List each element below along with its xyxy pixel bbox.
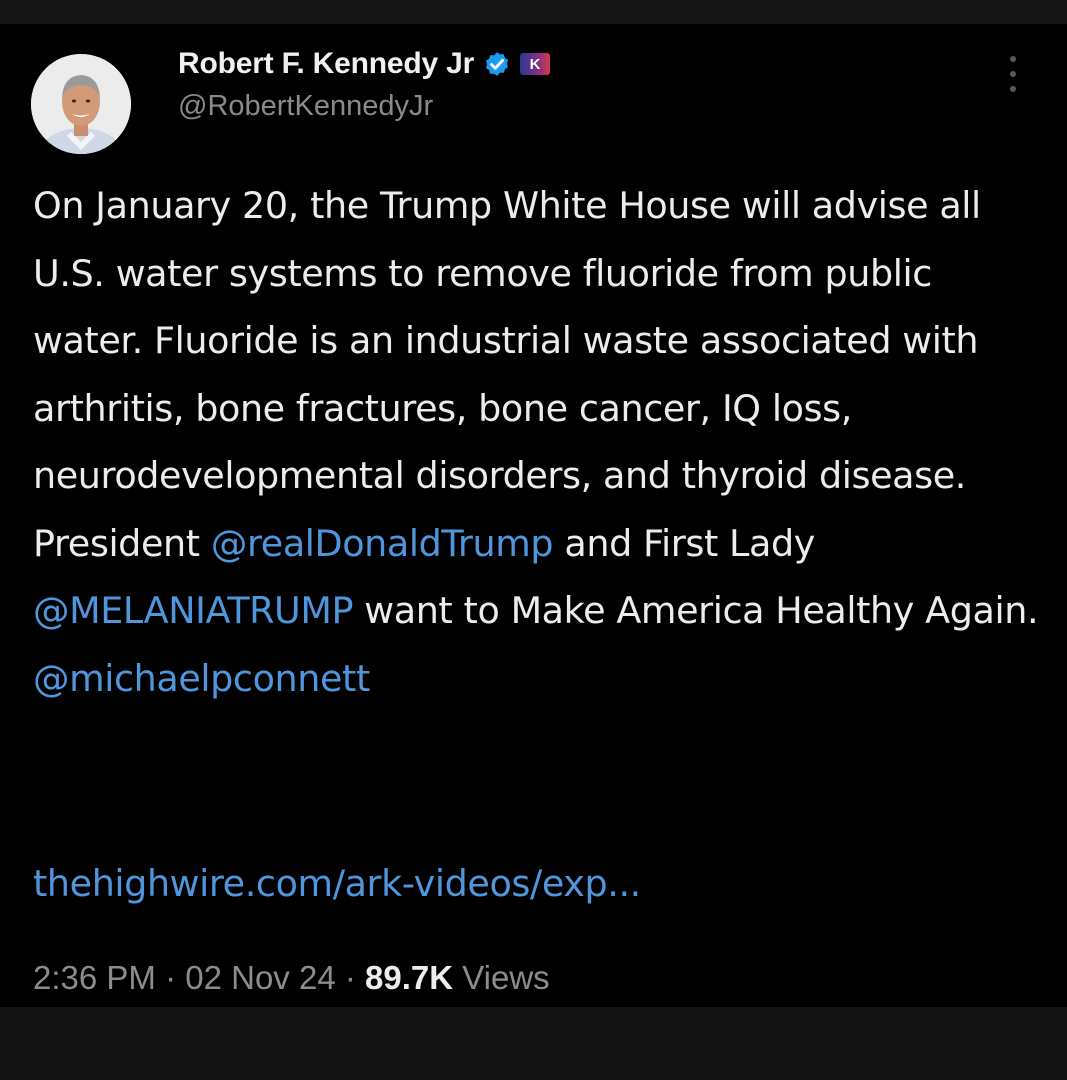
more-vertical-icon[interactable] [1000,54,1026,94]
tweet-metadata: 2:36 PM · 02 Nov 24 · 89.7K Views [33,959,550,997]
mention-link[interactable]: @MELANIATRUMP [33,589,353,632]
more-dot [1010,86,1016,92]
more-dot [1010,56,1016,62]
meta-separator: · [155,959,186,996]
tweet-time[interactable]: 2:36 PM [33,959,156,997]
author-avatar[interactable] [31,54,131,154]
tweet-text-segment: want to Make America Healthy Again. [353,589,1039,632]
more-dot [1010,71,1016,77]
author-handle[interactable]: @RobertKennedyJr [178,90,433,123]
avatar-portrait [31,54,131,154]
meta-separator: · [335,959,365,996]
verified-badge-icon [486,52,509,76]
external-link[interactable]: thehighwire.com/ark-videos/exp... [33,852,641,916]
mention-link[interactable]: @realDonaldTrump [211,522,554,565]
tweet-text-segment: and First Lady [553,521,815,565]
affiliation-badge: K [520,53,551,75]
bottom-border [0,1007,1067,1080]
tweet-card: Robert F. Kennedy Jr K @RobertKennedyJr … [0,24,1067,1007]
tweet-date[interactable]: 02 Nov 24 [185,959,335,997]
top-border [0,0,1067,24]
views-count: 89.7K [365,959,454,996]
tweet-body: On January 20, the Trump White House wil… [33,172,1043,712]
author-name-row: Robert F. Kennedy Jr K [178,40,551,88]
views-label: Views [453,959,550,996]
screenshot-frame: Robert F. Kennedy Jr K @RobertKennedyJr … [0,0,1067,1080]
tweet-text-segment: On January 20, the Trump White House wil… [33,184,981,565]
author-display-name[interactable]: Robert F. Kennedy Jr [178,47,474,81]
mention-link[interactable]: @michaelpconnett [33,657,370,700]
